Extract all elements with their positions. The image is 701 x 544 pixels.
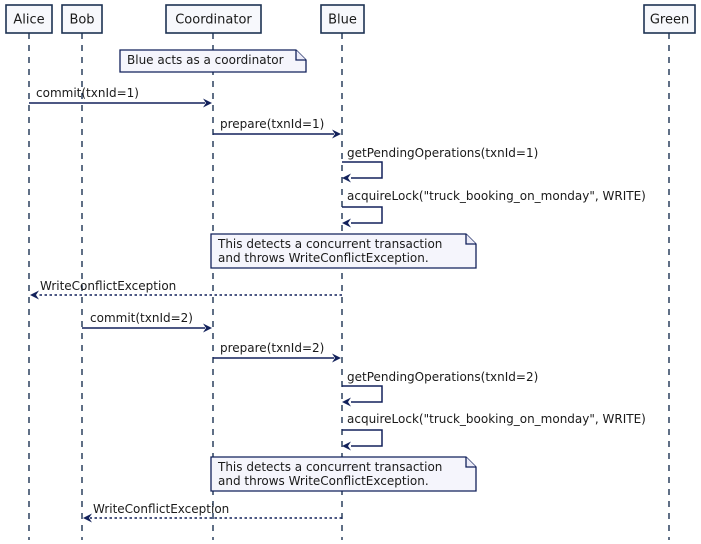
message-arrowhead-msg-self-getpending-1 (342, 173, 351, 183)
message-msg-prepare-1[interactable]: prepare(txnId=1) (213, 117, 341, 139)
note-text-line: This detects a concurrent transaction (217, 237, 442, 251)
note-fold-corner-note-blue-coordinator (295, 50, 306, 61)
participant-bob[interactable]: Bob (61, 4, 103, 34)
participant-green[interactable]: Green (643, 4, 696, 34)
message-label-msg-commit-2: commit(txnId=2) (90, 311, 193, 325)
note-fold-corner-note-conflict-2 (465, 457, 476, 468)
message-msg-commit-1[interactable]: commit(txnId=1) (29, 86, 212, 108)
note-text-line: and throws WriteConflictException. (218, 474, 429, 488)
participant-label-green: Green (650, 13, 689, 28)
participant-alice[interactable]: Alice (5, 4, 53, 34)
sequence-diagram: commit(txnId=1) prepare(txnId=1) getPendin… (0, 0, 701, 544)
message-arrowhead-msg-self-acquirelock-2 (342, 441, 351, 451)
note-note-conflict-1: This detects a concurrent transactionand… (210, 233, 477, 269)
message-label-msg-self-acquirelock-2: acquireLock("truck_booking_on_monday", W… (347, 412, 646, 426)
message-msg-writeconflict-2[interactable]: WriteConflictException (83, 502, 342, 523)
message-msg-self-getpending-2[interactable]: getPendingOperations(txnId=2) (342, 370, 538, 407)
note-text-line: This detects a concurrent transaction (217, 460, 442, 474)
note-note-conflict-2: This detects a concurrent transactionand… (210, 456, 477, 492)
message-msg-commit-2[interactable]: commit(txnId=2) (82, 311, 212, 333)
participant-blue[interactable]: Blue (320, 4, 365, 34)
message-label-msg-prepare-2: prepare(txnId=2) (220, 341, 324, 355)
message-arrowhead-msg-self-acquirelock-1 (342, 218, 351, 228)
note-fold-corner-note-conflict-1 (465, 234, 476, 245)
message-msg-self-acquirelock-2[interactable]: acquireLock("truck_booking_on_monday", W… (342, 412, 646, 451)
participant-label-blue: Blue (328, 13, 357, 28)
note-text-line: and throws WriteConflictException. (218, 251, 429, 265)
message-msg-prepare-2[interactable]: prepare(txnId=2) (213, 341, 341, 363)
note-text-line: Blue acts as a coordinator (127, 53, 284, 67)
message-label-msg-writeconflict-2: WriteConflictException (93, 502, 229, 516)
message-label-msg-prepare-1: prepare(txnId=1) (220, 117, 324, 131)
message-arrowhead-msg-self-getpending-2 (342, 397, 351, 407)
message-label-msg-commit-1: commit(txnId=1) (36, 86, 139, 100)
sequence-diagram-canvas: commit(txnId=1) prepare(txnId=1) getPendin… (0, 0, 701, 544)
message-msg-self-acquirelock-1[interactable]: acquireLock("truck_booking_on_monday", W… (342, 189, 646, 228)
participant-coordinator[interactable]: Coordinator (165, 4, 262, 34)
message-label-msg-self-acquirelock-1: acquireLock("truck_booking_on_monday", W… (347, 189, 646, 203)
note-note-blue-coordinator: Blue acts as a coordinator (119, 49, 307, 73)
participant-label-alice: Alice (13, 13, 44, 28)
message-msg-self-getpending-1[interactable]: getPendingOperations(txnId=1) (342, 146, 538, 183)
participants-layer: Alice Bob Coordinator Blue Green (5, 4, 696, 34)
message-msg-writeconflict-1[interactable]: WriteConflictException (30, 279, 342, 300)
message-label-msg-writeconflict-1: WriteConflictException (40, 279, 176, 293)
participant-label-coordinator: Coordinator (175, 13, 252, 28)
participant-label-bob: Bob (69, 13, 94, 28)
message-arrowhead-msg-writeconflict-1 (30, 290, 39, 300)
message-label-msg-self-getpending-2: getPendingOperations(txnId=2) (347, 370, 538, 384)
message-label-msg-self-getpending-1: getPendingOperations(txnId=1) (347, 146, 538, 160)
